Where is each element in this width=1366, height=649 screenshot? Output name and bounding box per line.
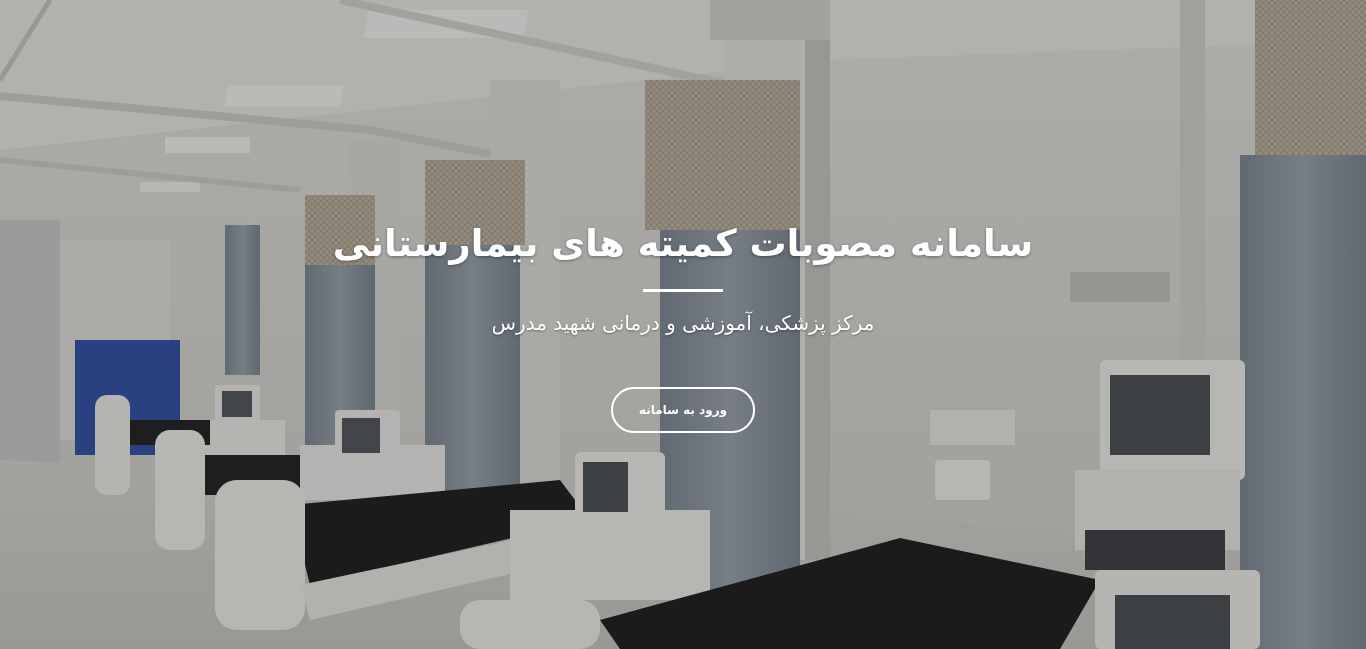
- page-subtitle: مرکز پزشکی، آموزشی و درمانی شهید مدرس: [491, 311, 875, 335]
- page-title: سامانه مصوبات کمیته های بیمارستانی: [332, 222, 1034, 265]
- login-button[interactable]: ورود به سامانه: [611, 387, 755, 433]
- hero-content: سامانه مصوبات کمیته های بیمارستانی مرکز …: [0, 0, 1366, 649]
- hero-section: سامانه مصوبات کمیته های بیمارستانی مرکز …: [0, 0, 1366, 649]
- title-divider: [643, 289, 723, 292]
